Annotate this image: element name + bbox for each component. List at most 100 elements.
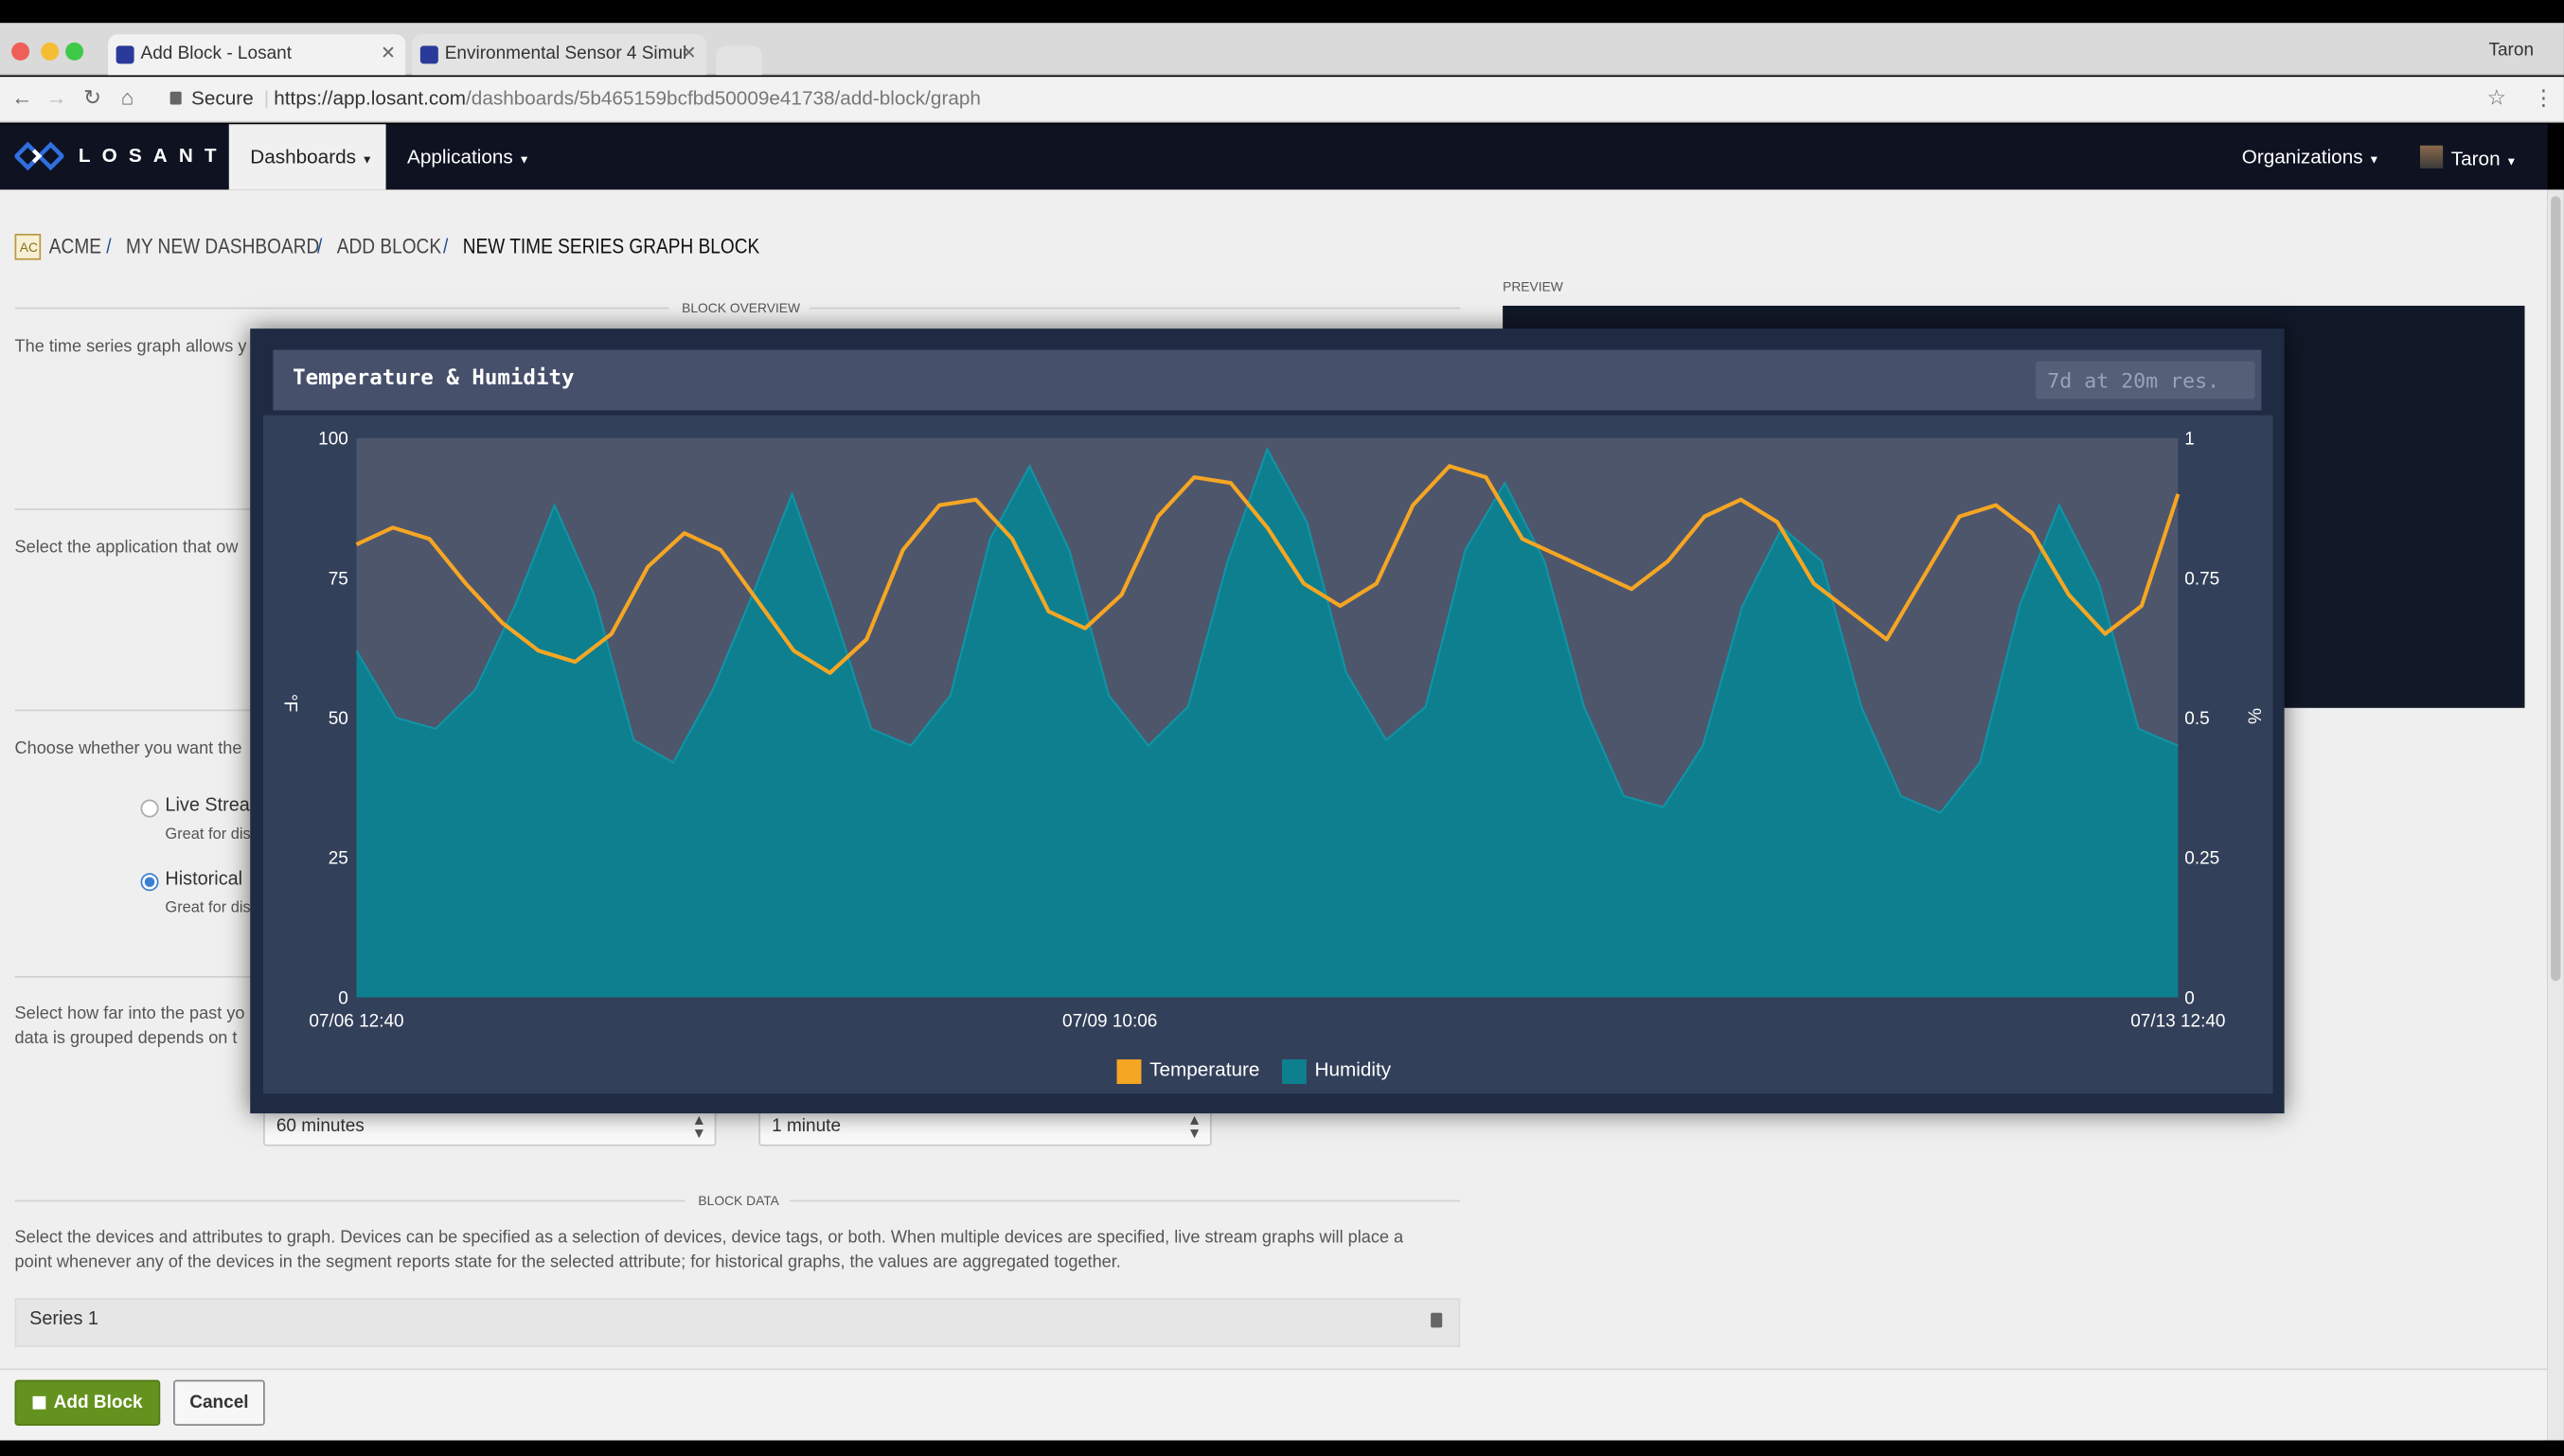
org-badge-icon: AC	[14, 233, 42, 260]
select-arrows-icon: ▲ ▼	[1186, 1111, 1202, 1142]
y-left-tick-label: 25	[329, 849, 348, 869]
legend-swatch-temperature	[1116, 1059, 1142, 1085]
divider	[14, 307, 669, 310]
intro-text: The time series graph allows y	[14, 336, 247, 357]
trash-icon[interactable]	[1431, 1312, 1443, 1328]
block-data-text: Select the devices and attributes to gra…	[14, 1227, 1404, 1248]
divider	[809, 307, 1461, 310]
block-data-text-2: point whenever any of the devices in the…	[14, 1252, 1121, 1272]
nav-dashboards-label: Dashboards	[250, 145, 357, 169]
time-range-text-2: data is grouped depends on t	[14, 1028, 238, 1049]
historical-description: Great for dis	[165, 898, 251, 917]
divider	[14, 976, 260, 978]
divider	[14, 508, 260, 510]
caret-down-icon: ▼	[361, 155, 373, 168]
back-icon[interactable]: ←	[11, 85, 32, 110]
divider	[790, 1199, 1461, 1202]
tab-title: Add Block - Losant	[140, 44, 292, 64]
y-right-tick-label: 0	[2184, 988, 2195, 1008]
losant-favicon-icon	[419, 45, 438, 64]
screen-bezel-bottom	[0, 1440, 2564, 1456]
mode-text: Choose whether you want the	[14, 738, 242, 759]
y-right-tick-label: 1	[2184, 430, 2195, 450]
close-tab-icon[interactable]: ✕	[682, 43, 697, 64]
reload-icon[interactable]: ↻	[83, 85, 101, 112]
cancel-label: Cancel	[189, 1393, 249, 1413]
historical-radio[interactable]	[140, 873, 159, 892]
y-right-unit-label: %	[2244, 708, 2264, 724]
cancel-button[interactable]: Cancel	[173, 1379, 265, 1426]
live-stream-radio[interactable]	[140, 799, 159, 818]
breadcrumb-separator: /	[106, 233, 112, 258]
nav-organizations-label: Organizations	[2241, 145, 2363, 169]
breadcrumb-org[interactable]: ACME	[49, 234, 101, 258]
home-icon[interactable]: ⌂	[121, 85, 134, 110]
graph-title: Temperature & Humidity	[293, 365, 575, 391]
time-range-value: 60 minutes	[276, 1116, 365, 1137]
nav-user-menu[interactable]: Taron ▼	[2419, 124, 2518, 189]
preview-heading: PREVIEW	[1503, 279, 1563, 294]
application-text: Select the application that ow	[14, 538, 239, 558]
minimize-window-icon[interactable]	[41, 42, 60, 61]
divider	[14, 1199, 686, 1202]
block-overview-heading: BLOCK OVERVIEW	[682, 300, 801, 316]
address-bar[interactable]: Secure | https://app.losant.com/dashboard…	[157, 83, 2476, 115]
block-data-heading: BLOCK DATA	[698, 1193, 779, 1209]
y-right-tick-label: 0.25	[2184, 849, 2219, 869]
resolution-value: 1 minute	[772, 1116, 842, 1137]
live-stream-label[interactable]: Live Strea	[165, 794, 249, 819]
nav-organizations[interactable]: Organizations ▼	[2242, 124, 2380, 189]
save-icon	[32, 1395, 46, 1410]
logo-text: LOSANT	[78, 143, 228, 168]
url-host: https://app.losant.com	[274, 86, 467, 110]
close-tab-icon[interactable]: ✕	[381, 43, 396, 64]
live-stream-description: Great for dis	[165, 826, 251, 844]
forward-icon[interactable]: →	[45, 85, 66, 110]
secure-label: Secure	[191, 86, 254, 110]
historical-label[interactable]: Historical	[165, 868, 242, 893]
app-frame: Add Block - Losant ✕ Environmental Senso…	[0, 0, 2564, 1456]
nav-dashboards[interactable]: Dashboards ▼	[228, 124, 386, 190]
nav-applications[interactable]: Applications ▼	[407, 124, 530, 189]
breadcrumb-current: NEW TIME SERIES GRAPH BLOCK	[462, 233, 760, 258]
y-left-tick-label: 0	[338, 988, 348, 1008]
breadcrumb-dashboard[interactable]: MY NEW DASHBOARD	[126, 234, 319, 258]
x-tick-label: 07/13 12:40	[2130, 1012, 2225, 1032]
series-panel-header[interactable]	[14, 1298, 1461, 1348]
nav-applications-label: Applications	[407, 145, 513, 169]
new-tab-button[interactable]	[716, 45, 762, 76]
legend-label-temperature: Temperature	[1149, 1057, 1260, 1081]
y-right-tick-label: 0.5	[2184, 709, 2209, 729]
time-resolution-badge: 7d at 20m res.	[2036, 361, 2255, 400]
screen-bezel-top	[0, 0, 2564, 24]
browser-tab[interactable]: Environmental Sensor 4 Simul ✕	[412, 34, 707, 76]
y-right-tick-label: 0.75	[2184, 569, 2219, 589]
select-arrows-icon: ▲ ▼	[691, 1111, 707, 1142]
browser-profile-name[interactable]: Taron	[2488, 41, 2534, 61]
time-series-chart: 0 25 50 75 100 0 0.25 0.5 0.75 1 °F% 07/06 12:40 07/…	[279, 430, 2264, 1032]
browser-tab-active[interactable]: Add Block - Losant ✕	[107, 34, 406, 76]
breadcrumb-separator: /	[443, 233, 449, 258]
breadcrumb-add-block[interactable]: ADD BLOCK	[337, 234, 441, 258]
losant-favicon-icon	[116, 45, 134, 64]
y-left-tick-label: 100	[318, 430, 348, 450]
url-path: /dashboards/5b465159bcfbd50009e41738/add…	[466, 86, 981, 110]
bookmark-star-icon[interactable]: ☆	[2487, 85, 2506, 112]
x-tick-label: 07/06 12:40	[309, 1012, 403, 1032]
form-footer	[0, 1368, 2548, 1441]
screenshot: Add Block - Losant ✕ Environmental Senso…	[0, 0, 2564, 1456]
caret-down-icon: ▼	[2505, 156, 2518, 169]
caret-down-icon: ▼	[518, 155, 530, 168]
legend-swatch-humidity	[1281, 1059, 1307, 1085]
scrollbar-thumb[interactable]	[2551, 196, 2561, 982]
add-block-label: Add Block	[53, 1393, 143, 1413]
y-left-tick-label: 75	[329, 569, 348, 589]
tab-title: Environmental Sensor 4 Simul	[444, 44, 687, 64]
x-tick-label: 07/09 10:06	[1062, 1012, 1157, 1032]
maximize-window-icon[interactable]	[65, 42, 84, 61]
close-window-icon[interactable]	[11, 42, 30, 61]
losant-logo-icon[interactable]	[14, 141, 64, 172]
add-block-button[interactable]: Add Block	[14, 1379, 161, 1426]
y-left-unit-label: °F	[279, 694, 299, 712]
browser-menu-icon[interactable]: ⋮	[2533, 85, 2554, 112]
